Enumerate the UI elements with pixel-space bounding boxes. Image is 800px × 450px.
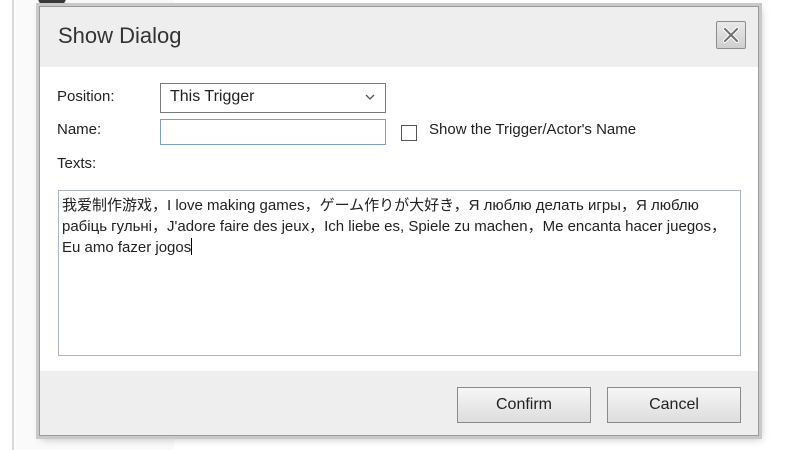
cancel-button[interactable]: Cancel: [607, 387, 741, 423]
name-label: Name:: [57, 121, 102, 138]
show-name-checkbox[interactable]: [401, 125, 417, 141]
position-select-value: This Trigger: [170, 88, 255, 105]
dialog-titlebar: Show Dialog: [40, 7, 758, 67]
show-dialog-window: Show Dialog Position: This Trigger Name:…: [39, 6, 759, 436]
close-button[interactable]: [716, 21, 746, 49]
texts-content: 我爱制作游戏，I love making games，ゲーム作りが大好き，Я л…: [62, 197, 727, 256]
name-input[interactable]: [160, 119, 386, 145]
text-caret: [191, 238, 193, 255]
texts-label: Texts:: [57, 155, 97, 172]
close-x-icon: [723, 27, 739, 43]
confirm-button[interactable]: Confirm: [457, 387, 591, 423]
show-name-checkbox-label: Show the Trigger/Actor's Name: [429, 121, 637, 138]
position-label: Position:: [57, 88, 115, 105]
texts-textarea[interactable]: 我爱制作游戏，I love making games，ゲーム作りが大好き，Я л…: [58, 190, 741, 356]
position-select[interactable]: This Trigger: [160, 83, 386, 113]
dialog-title: Show Dialog: [58, 23, 182, 48]
chevron-down-icon: [365, 94, 375, 100]
panel-divider: [12, 0, 14, 450]
